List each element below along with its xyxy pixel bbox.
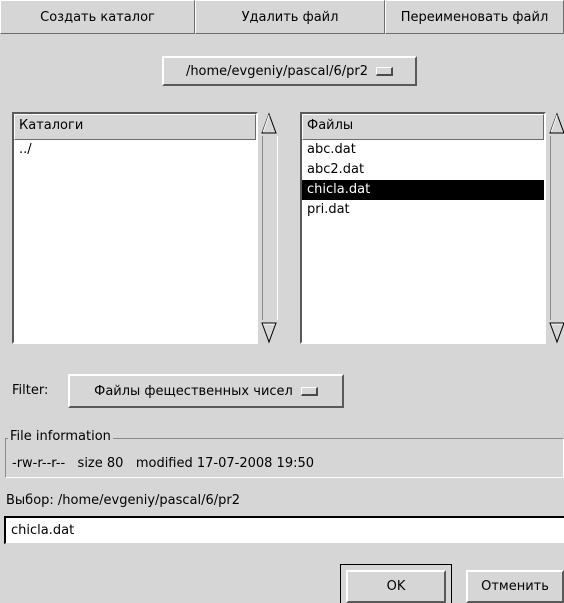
delete-file-label: Удалить файл	[241, 9, 339, 25]
files-header: Файлы	[302, 114, 544, 140]
scroll-up-icon[interactable]	[261, 112, 277, 134]
cancel-button[interactable]: Отменить	[466, 570, 564, 603]
scroll-up-icon[interactable]	[549, 112, 564, 134]
list-item[interactable]: abc2.dat	[302, 160, 544, 180]
files-list[interactable]: abc.dat abc2.dat chicla.dat pri.dat	[302, 140, 544, 342]
scroll-track[interactable]	[262, 136, 278, 320]
directories-header: Каталоги	[14, 114, 256, 140]
scroll-down-icon[interactable]	[261, 322, 277, 344]
list-item[interactable]: abc.dat	[302, 140, 544, 160]
rename-file-label: Переименовать файл	[400, 9, 549, 25]
selection-input-text: chicla.dat	[11, 523, 75, 538]
option-menu-indicator-icon	[300, 386, 318, 396]
cancel-label: Отменить	[481, 579, 549, 594]
delete-file-button[interactable]: Удалить файл	[195, 0, 385, 34]
files-panel: Файлы abc.dat abc2.dat chicla.dat pri.dat	[300, 112, 546, 344]
selection-label: Выбор: /home/evgeniy/pascal/6/pr2	[6, 493, 241, 508]
option-menu-indicator-icon	[376, 66, 394, 76]
create-directory-label: Создать каталог	[40, 9, 155, 25]
list-item[interactable]: chicla.dat	[302, 180, 544, 200]
directories-list[interactable]: ../	[14, 140, 256, 342]
path-value: /home/evgeniy/pascal/6/pr2	[185, 63, 369, 79]
filter-option-menu[interactable]: Файлы фещественных чисел	[68, 374, 344, 408]
ok-label: OK	[386, 579, 406, 594]
file-info-text: -rw-r--r-- size 80 modified 17-07-2008 1…	[12, 456, 315, 471]
path-option-menu[interactable]: /home/evgeniy/pascal/6/pr2	[162, 56, 417, 86]
create-directory-button[interactable]: Создать каталог	[0, 0, 195, 34]
filter-label: Filter:	[12, 383, 49, 398]
scroll-down-icon[interactable]	[549, 322, 564, 344]
scroll-track[interactable]	[550, 136, 564, 320]
filter-value: Файлы фещественных чисел	[94, 383, 293, 399]
file-info-legend: File information	[8, 428, 113, 446]
list-item[interactable]: pri.dat	[302, 200, 544, 220]
directories-panel: Каталоги ../	[12, 112, 258, 344]
ok-button[interactable]: OK	[346, 570, 446, 603]
selection-input[interactable]: chicla.dat	[4, 516, 564, 544]
directories-scrollbar[interactable]	[260, 112, 278, 344]
list-item[interactable]: ../	[14, 140, 256, 160]
rename-file-button[interactable]: Переименовать файл	[385, 0, 564, 34]
files-scrollbar[interactable]	[548, 112, 564, 344]
